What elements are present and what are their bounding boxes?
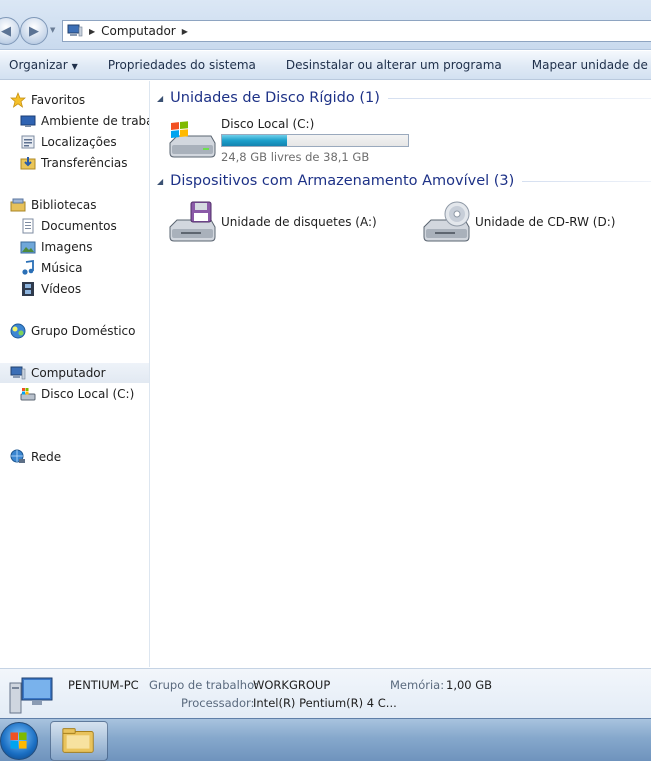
nav-desktop[interactable]: Ambiente de trabalho (20, 111, 149, 131)
nav-locations-label: Localizações (41, 135, 117, 149)
content-pane: ◢ Unidades de Disco Rígido (1) Disco Loc… (151, 81, 651, 667)
library-icon (10, 198, 26, 212)
network-globe-icon (10, 449, 25, 463)
taskbar (0, 718, 651, 761)
nav-favorites[interactable]: Favoritos (10, 90, 85, 110)
nav-local-disk[interactable]: Disco Local (C:) (20, 384, 134, 404)
nav-locations[interactable]: Localizações (20, 132, 117, 152)
arrow-right-icon: ▶ (29, 23, 39, 39)
workgroup-label: Grupo de trabalho: (149, 678, 258, 692)
nav-computer-label: Computador (31, 366, 106, 380)
nav-pictures-label: Imagens (41, 240, 93, 254)
group-divider (387, 97, 651, 99)
floppy-drive-icon (169, 201, 216, 242)
local-disk-info: Disco Local (C:) 24,8 GB livres de 38,1 … (221, 117, 409, 164)
nav-computer[interactable]: Computador (0, 363, 149, 383)
downloads-folder-icon (20, 157, 36, 170)
cdrw-drive-info: Unidade de CD-RW (D:) (475, 215, 615, 229)
nav-desktop-label: Ambiente de trabalho (41, 114, 149, 128)
capacity-bar-fill (222, 135, 288, 146)
map-network-drive-button[interactable]: Mapear unidade de rede (517, 58, 651, 72)
processor-value: Intel(R) Pentium(R) 4 C... (253, 696, 397, 710)
music-note-icon (22, 260, 34, 275)
nav-libraries[interactable]: Bibliotecas (10, 195, 96, 215)
nav-music[interactable]: Música (20, 258, 83, 278)
start-button[interactable] (0, 722, 38, 760)
address-bar-region: ◀ ▶ ▼ ▶ Computador ▶ (0, 0, 651, 50)
floppy-drive-name: Unidade de disquetes (A:) (221, 215, 377, 229)
taskbar-explorer-button[interactable] (50, 721, 108, 761)
film-strip-icon (22, 282, 34, 296)
group-removable-title: Dispositivos com Armazenamento Amovível … (170, 173, 515, 189)
nav-network-label: Rede (31, 450, 62, 464)
nav-music-label: Música (41, 261, 83, 275)
star-icon (10, 92, 26, 108)
memory-value: 1,00 GB (446, 678, 493, 692)
system-properties-button[interactable]: Propriedades do sistema (93, 58, 271, 72)
homegroup-icon (10, 323, 26, 339)
nav-libraries-label: Bibliotecas (31, 198, 97, 212)
local-disk-name: Disco Local (C:) (221, 117, 315, 131)
free-space-text: 24,8 GB livres de 38,1 GB (221, 150, 370, 164)
computer-icon (10, 366, 26, 380)
group-divider (522, 180, 651, 182)
navigation-pane: Favoritos Ambiente de trabalho Localizaç… (0, 81, 150, 667)
command-bar: Organizar ▼ Propriedades do sistema Desin… (0, 51, 651, 80)
computer-large-icon (9, 677, 53, 714)
processor-label: Processador: (181, 696, 255, 710)
nav-homegroup-label: Grupo Doméstico (31, 324, 136, 338)
recent-pages-chevron-down-icon[interactable]: ▼ (50, 26, 55, 34)
folder-icon (62, 728, 94, 753)
windows-logo-icon (10, 732, 27, 749)
arrow-left-icon: ◀ (1, 23, 11, 39)
windows-hard-drive-icon (169, 121, 216, 158)
group-hard-disks-title: Unidades de Disco Rígido (1) (170, 90, 380, 106)
floppy-drive-a[interactable]: Unidade de disquetes (A:) (167, 201, 377, 245)
back-button[interactable]: ◀ (0, 17, 20, 45)
floppy-drive-info: Unidade de disquetes (A:) (221, 215, 377, 229)
memory-label: Memória: (390, 678, 445, 692)
nav-favorites-label: Favoritos (31, 93, 86, 107)
recent-places-icon (21, 135, 35, 149)
cdrw-drive-name: Unidade de CD-RW (D:) (475, 215, 616, 229)
breadcrumb-separator-icon[interactable]: ▶ (89, 27, 95, 36)
local-disk-c[interactable]: Disco Local (C:) 24,8 GB livres de 38,1 … (167, 117, 409, 164)
nav-documents[interactable]: Documentos (20, 216, 117, 236)
chevron-down-icon: ▼ (71, 62, 78, 71)
cd-drive-icon (423, 201, 470, 242)
documents-icon (22, 218, 34, 234)
computer-icon (67, 24, 83, 37)
nav-network[interactable]: Rede (10, 447, 61, 467)
workgroup-value: WORKGROUP (253, 678, 331, 692)
group-hard-disks[interactable]: ◢ Unidades de Disco Rígido (1) (157, 90, 651, 106)
capacity-bar (221, 134, 409, 147)
nav-pictures[interactable]: Imagens (20, 237, 92, 257)
computer-name: PENTIUM-PC (68, 678, 139, 692)
organize-button[interactable]: Organizar ▼ (0, 58, 93, 72)
nav-downloads[interactable]: Transferências (20, 153, 128, 173)
nav-downloads-label: Transferências (41, 156, 128, 170)
nav-local-disk-label: Disco Local (C:) (41, 387, 135, 401)
collapse-triangle-icon[interactable]: ◢ (157, 94, 163, 103)
details-pane: PENTIUM-PC Grupo de trabalho: WORKGROUP … (0, 668, 651, 718)
nav-videos-label: Vídeos (41, 282, 82, 296)
nav-homegroup[interactable]: Grupo Doméstico (10, 321, 136, 341)
address-bar[interactable]: ▶ Computador ▶ (62, 20, 651, 42)
breadcrumb-chevron-icon[interactable]: ▶ (182, 27, 188, 36)
nav-videos[interactable]: Vídeos (20, 279, 81, 299)
collapse-triangle-icon[interactable]: ◢ (157, 177, 163, 186)
pictures-icon (20, 241, 36, 254)
group-removable[interactable]: ◢ Dispositivos com Armazenamento Amovíve… (157, 173, 651, 189)
cdrw-drive-d[interactable]: Unidade de CD-RW (D:) (421, 201, 615, 245)
uninstall-program-button[interactable]: Desinstalar ou alterar um programa (271, 58, 517, 72)
desktop-icon (20, 115, 36, 127)
organize-label: Organizar (9, 58, 68, 72)
forward-button[interactable]: ▶ (20, 17, 48, 45)
nav-documents-label: Documentos (41, 219, 117, 233)
hard-drive-icon (20, 388, 36, 401)
breadcrumb-computer[interactable]: Computador (101, 24, 176, 38)
